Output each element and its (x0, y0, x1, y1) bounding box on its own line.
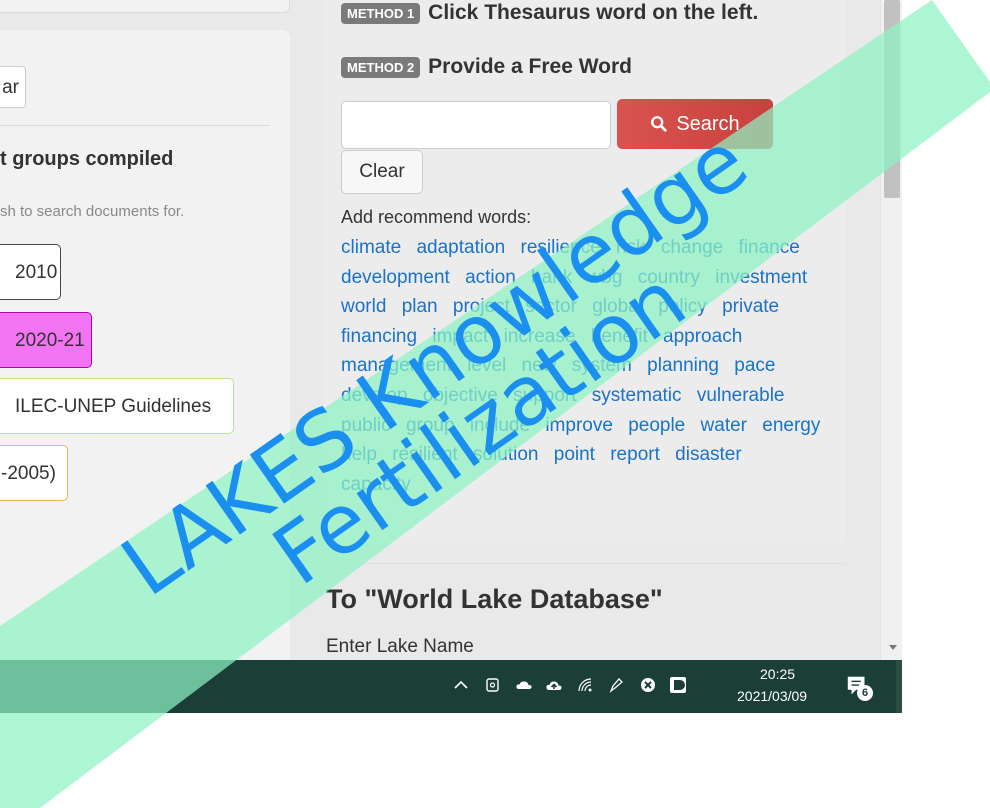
method2-row: METHOD 2 Provide a Free Word (341, 55, 632, 79)
clock-time[interactable]: 20:25 (760, 666, 795, 682)
scroll-down-arrow-icon[interactable] (889, 645, 897, 650)
meet-now-icon[interactable] (482, 674, 504, 696)
left-top-panel (0, 0, 290, 13)
group-button-ilec-unep[interactable]: ILEC-UNEP Guidelines (0, 378, 234, 434)
recommend-word[interactable]: global (592, 296, 643, 317)
groups-heading: t groups compiled (0, 148, 174, 170)
cloud-upload-icon[interactable] (543, 674, 565, 696)
recommend-word[interactable]: disaster (675, 444, 742, 465)
recommend-word[interactable]: vulnerable (697, 385, 785, 406)
recommend-word[interactable]: pace (734, 355, 775, 376)
recommend-word[interactable]: investment (715, 267, 807, 288)
recommend-word[interactable]: action (465, 267, 516, 288)
recommend-words: climate adaptation resilience risk chang… (341, 233, 831, 499)
recommend-word[interactable]: impact (432, 326, 488, 347)
recommend-word[interactable]: energy (762, 415, 820, 436)
wifi-icon[interactable] (574, 674, 596, 696)
recommend-word[interactable]: sector (525, 296, 577, 317)
left-divider (0, 125, 270, 126)
mute-close-icon[interactable] (637, 674, 659, 696)
recommend-word[interactable]: resilient (392, 444, 457, 465)
recommend-word[interactable]: project (453, 296, 510, 317)
recommend-word[interactable]: country (638, 267, 700, 288)
section-divider (324, 563, 846, 564)
group-button-2020-21[interactable]: 2020-21 (0, 312, 92, 368)
recommend-word[interactable]: level (467, 355, 506, 376)
recommend-word[interactable]: capacity (341, 474, 411, 495)
recommend-word[interactable]: adaptation (416, 237, 505, 258)
notification-center-icon[interactable]: 6 (845, 673, 873, 701)
recommend-word[interactable]: objective (423, 385, 498, 406)
search-panel: METHOD 1 Click Thesaurus word on the lef… (324, 0, 846, 544)
recommend-word[interactable]: improve (545, 415, 613, 436)
search-button[interactable]: Search (617, 99, 773, 149)
page-scrollbar[interactable] (880, 0, 902, 660)
windows-taskbar: 20:25 2021/03/09 6 (0, 660, 902, 713)
scrollbar-thumb[interactable] (884, 0, 900, 198)
recommend-word[interactable]: group (406, 415, 455, 436)
recommend-word[interactable]: bank (531, 267, 572, 288)
recommend-word[interactable]: change (661, 237, 723, 258)
recommend-word[interactable]: management (341, 355, 452, 376)
pen-icon[interactable] (605, 674, 627, 696)
app-tray-icon[interactable] (667, 674, 689, 696)
group-button-2005[interactable]: -2005) (0, 445, 68, 501)
recommend-word[interactable]: new (522, 355, 557, 376)
recommend-word[interactable]: climate (341, 237, 401, 258)
recommend-word[interactable]: world (341, 296, 386, 317)
recommend-word[interactable]: planning (647, 355, 719, 376)
method1-badge: METHOD 1 (341, 2, 421, 24)
recommend-word[interactable]: financing (341, 326, 417, 347)
recommend-word[interactable]: develop (341, 385, 408, 406)
search-button-label: Search (676, 112, 740, 135)
recommend-word[interactable]: point (554, 444, 595, 465)
recommend-word[interactable]: support (513, 385, 576, 406)
recommend-word[interactable]: increase (504, 326, 576, 347)
onedrive-cloud-icon[interactable] (513, 674, 535, 696)
recommend-word[interactable]: resilience (521, 237, 601, 258)
recommend-word[interactable]: wbg (588, 267, 623, 288)
thesaurus-panel: ar t groups compiled sh to search docume… (0, 30, 290, 660)
free-word-input[interactable] (341, 101, 611, 149)
notification-count: 6 (857, 685, 873, 701)
groups-hint: sh to search documents for. (0, 203, 185, 220)
recommend-word[interactable]: approach (663, 326, 742, 347)
clear-button[interactable]: Clear (341, 150, 423, 194)
method1-text: Click Thesaurus word on the left. (428, 1, 759, 24)
method2-badge: METHOD 2 (341, 56, 421, 78)
recommend-word[interactable]: system (572, 355, 632, 376)
recommend-word[interactable]: solution (473, 444, 539, 465)
recommend-word[interactable]: private (722, 296, 779, 317)
recommend-label: Add recommend words: (341, 207, 532, 227)
recommend-word[interactable]: water (701, 415, 747, 436)
clock-date[interactable]: 2021/03/09 (737, 688, 807, 704)
recommend-word[interactable]: report (610, 444, 660, 465)
browser-page: ar t groups compiled sh to search docume… (0, 0, 902, 660)
recommend-word[interactable]: include (470, 415, 530, 436)
lake-name-label: Enter Lake Name (326, 636, 474, 657)
recommend-word[interactable]: plan (402, 296, 438, 317)
method2-text: Provide a Free Word (428, 55, 633, 78)
recommend-word[interactable]: help (341, 444, 377, 465)
recommend-word[interactable]: public (341, 415, 391, 436)
left-clear-button[interactable]: ar (0, 66, 26, 108)
group-button-2010[interactable]: 2010 (0, 244, 61, 300)
recommend-word[interactable]: benefit (591, 326, 648, 347)
recommend-word[interactable]: systematic (592, 385, 682, 406)
search-icon (651, 116, 667, 132)
recommend-word[interactable]: policy (658, 296, 707, 317)
recommend-word[interactable]: people (628, 415, 685, 436)
recommend-word[interactable]: finance (739, 237, 800, 258)
recommend-word[interactable]: development (341, 267, 450, 288)
lake-section-title: To "World Lake Database" (326, 584, 663, 614)
chevron-up-icon[interactable] (450, 674, 472, 696)
method1-row: METHOD 1 Click Thesaurus word on the lef… (341, 1, 758, 25)
recommend-word[interactable]: risk (616, 237, 646, 258)
show-desktop-button[interactable] (896, 660, 902, 713)
